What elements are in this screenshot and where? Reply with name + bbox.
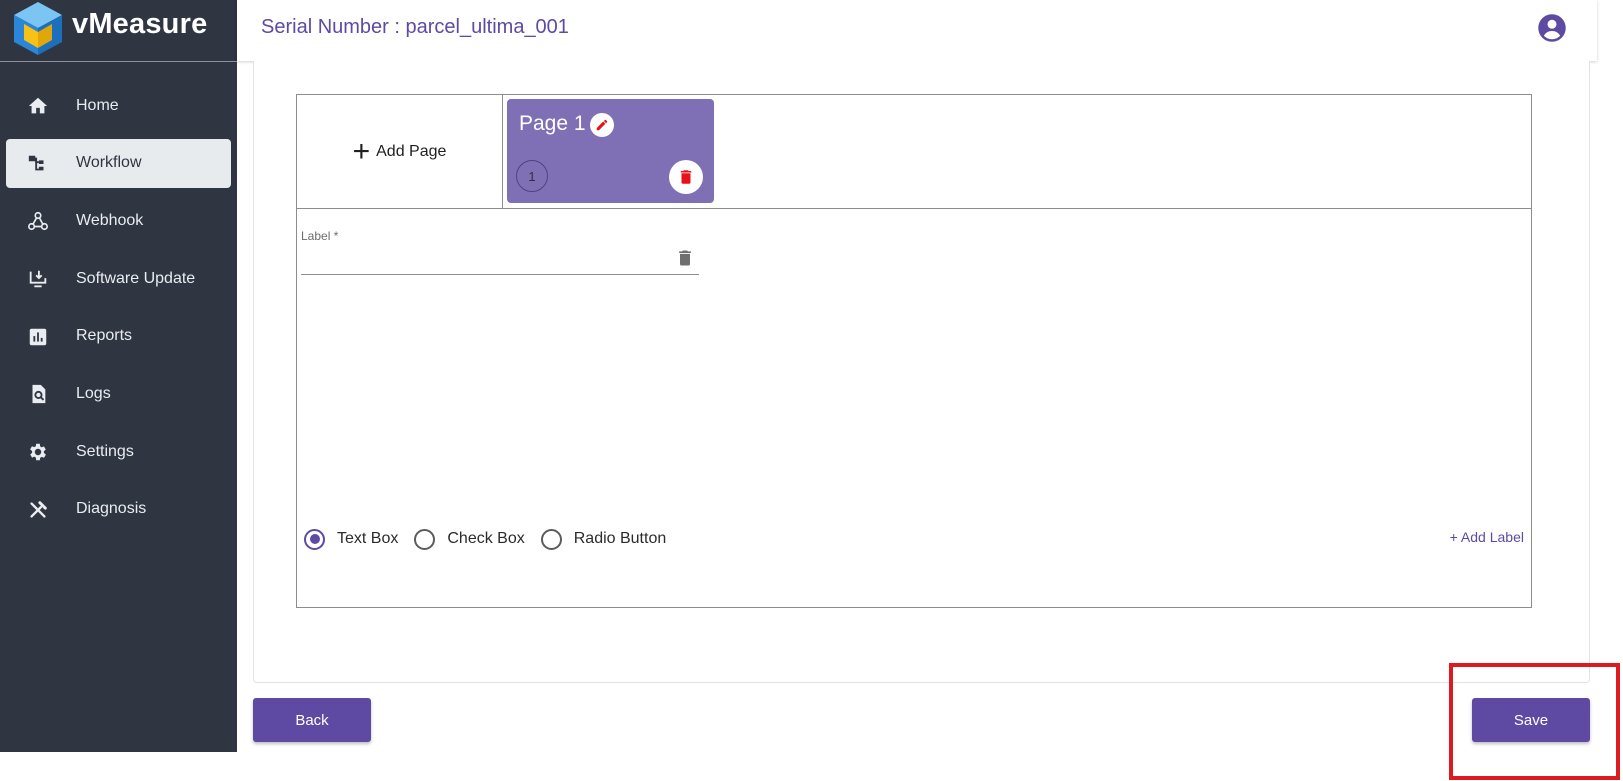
delete-label-icon[interactable] bbox=[675, 247, 695, 269]
label-field-label: Label * bbox=[301, 229, 339, 243]
workflow-editor: + Add Page Page 1 1 Label * Text Box Che… bbox=[296, 94, 1532, 608]
home-icon bbox=[26, 94, 50, 118]
radio-label: Check Box bbox=[447, 530, 525, 547]
sidebar-item-label: Webhook bbox=[76, 211, 144, 229]
sidebar-item-logs[interactable]: Logs bbox=[6, 369, 231, 418]
add-page-button[interactable]: + Add Page bbox=[297, 95, 503, 209]
field-type-radio-group: Text Box Check Box Radio Button bbox=[304, 527, 682, 551]
label-input[interactable] bbox=[301, 243, 661, 273]
radio-unchecked-icon bbox=[540, 528, 562, 550]
sidebar-item-label: Diagnosis bbox=[76, 500, 147, 518]
add-page-label: Add Page bbox=[376, 143, 447, 160]
plus-icon: + bbox=[352, 135, 371, 168]
sidebar-item-home[interactable]: Home bbox=[6, 81, 231, 130]
app: vMeasure Home Workflow Webhook Software … bbox=[0, 0, 1623, 781]
sidebar-item-diagnosis[interactable]: Diagnosis bbox=[6, 485, 231, 534]
sidebar-item-software-update[interactable]: Software Update bbox=[6, 254, 231, 303]
page-number-badge: 1 bbox=[516, 160, 548, 192]
edit-page-button[interactable] bbox=[590, 113, 614, 137]
radio-label: Radio Button bbox=[573, 530, 667, 547]
page-name: Page 1 bbox=[519, 112, 586, 135]
sidebar-item-label: Reports bbox=[76, 327, 133, 345]
sidebar-item-settings[interactable]: Settings bbox=[6, 427, 231, 476]
label-field: Label * bbox=[301, 229, 699, 275]
sidebar-item-webhook[interactable]: Webhook bbox=[6, 196, 231, 245]
label-underline bbox=[301, 274, 699, 275]
pencil-icon bbox=[596, 119, 608, 131]
radio-check-box[interactable]: Check Box bbox=[414, 528, 525, 550]
save-button[interactable]: Save bbox=[1472, 698, 1590, 742]
sidebar-item-label: Home bbox=[76, 96, 119, 114]
sidebar: vMeasure Home Workflow Webhook Software … bbox=[0, 0, 237, 752]
reports-icon bbox=[26, 325, 50, 349]
sidebar-item-reports[interactable]: Reports bbox=[6, 312, 231, 361]
sidebar-item-label: Settings bbox=[76, 442, 134, 460]
tools-icon bbox=[26, 498, 50, 522]
radio-unchecked-icon bbox=[414, 528, 436, 550]
brand-name: vMeasure bbox=[72, 8, 208, 40]
delete-page-button[interactable] bbox=[669, 160, 703, 194]
sidebar-item-label: Workflow bbox=[76, 154, 142, 172]
radio-text-box[interactable]: Text Box bbox=[304, 528, 399, 550]
account-icon[interactable] bbox=[1537, 13, 1567, 43]
back-button[interactable]: Back bbox=[253, 698, 371, 742]
sidebar-nav: Home Workflow Webhook Software Update Re… bbox=[0, 81, 237, 543]
radio-radio-button[interactable]: Radio Button bbox=[540, 528, 667, 550]
page-title: Serial Number : parcel_ultima_001 bbox=[261, 16, 569, 38]
brand: vMeasure bbox=[0, 0, 237, 62]
webhook-icon bbox=[26, 209, 50, 233]
workflow-icon bbox=[26, 152, 50, 176]
sidebar-item-label: Software Update bbox=[76, 269, 196, 287]
sidebar-item-workflow[interactable]: Workflow bbox=[6, 138, 231, 188]
gear-icon bbox=[26, 440, 50, 464]
page-tile[interactable]: Page 1 1 bbox=[507, 99, 714, 203]
add-label-link[interactable]: + Add Label bbox=[1442, 529, 1524, 545]
software-update-icon bbox=[26, 267, 50, 291]
top-header: Serial Number : parcel_ultima_001 bbox=[237, 0, 1597, 61]
trash-icon bbox=[680, 170, 692, 184]
sidebar-item-label: Logs bbox=[76, 384, 111, 402]
logs-icon bbox=[26, 382, 50, 406]
pages-row: + Add Page Page 1 1 bbox=[297, 95, 1531, 209]
radio-label: Text Box bbox=[337, 530, 399, 547]
vmeasure-logo bbox=[14, 2, 62, 55]
radio-checked-icon bbox=[304, 528, 325, 550]
